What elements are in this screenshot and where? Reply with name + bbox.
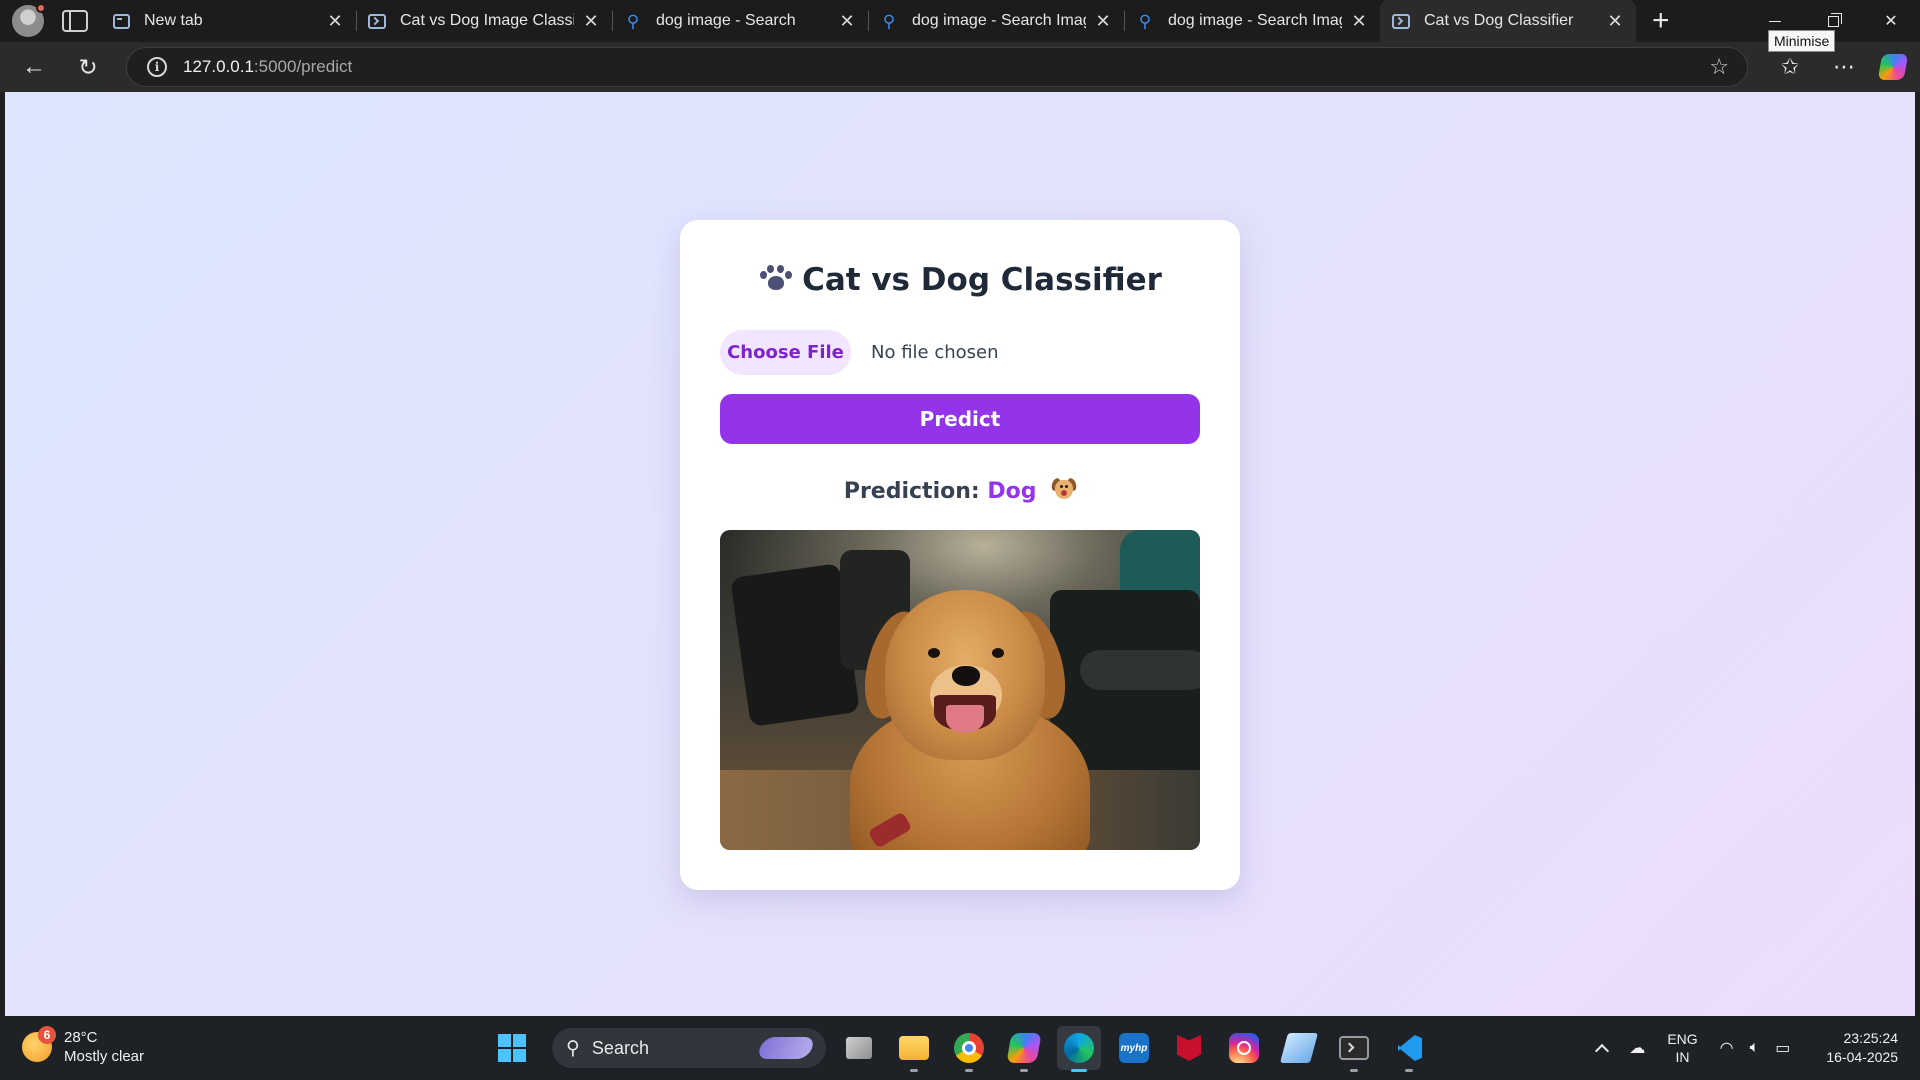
tab-close-icon[interactable]: ✕ xyxy=(326,11,344,32)
system-tray: ☁ ENG IN ◠ 🔈︎ ▭ 23:25:24 16-04-2025 xyxy=(1583,1016,1920,1080)
vscode-icon[interactable] xyxy=(1387,1026,1431,1072)
favorites-icon[interactable]: ✩ xyxy=(1770,47,1810,87)
weather-badge: 6 xyxy=(38,1026,56,1044)
taskbar-search[interactable]: ⚲ Search xyxy=(552,1028,826,1068)
page-title: Cat vs Dog Classifier xyxy=(680,262,1240,298)
tab-close-icon[interactable]: ✕ xyxy=(1350,11,1368,32)
weather-icon: 6 xyxy=(22,1026,56,1062)
weather-widget[interactable]: 6 28°C Mostly clear xyxy=(22,1026,144,1066)
tab-dog-images-2[interactable]: ⚲ dog image - Search Images ✕ xyxy=(1124,0,1380,42)
classifier-card: Cat vs Dog Classifier Choose File No fil… xyxy=(680,220,1240,890)
search-icon: ⚲ xyxy=(626,11,640,31)
clock-time: 23:25:24 xyxy=(1843,1030,1899,1046)
task-view-icon[interactable] xyxy=(837,1026,881,1070)
terminal-icon[interactable] xyxy=(1332,1026,1376,1072)
clock-date: 16-04-2025 xyxy=(1826,1049,1898,1065)
profile-notification-dot xyxy=(36,3,46,13)
prediction-result: Prediction: Dog xyxy=(680,477,1240,504)
volume-icon[interactable]: 🔈︎ xyxy=(1750,1039,1760,1057)
terminal-page-icon xyxy=(368,12,386,30)
url-path: :5000/predict xyxy=(253,57,353,76)
favorite-star-icon[interactable]: ☆ xyxy=(1709,54,1729,80)
paw-icon xyxy=(758,263,793,293)
reload-button[interactable]: ↻ xyxy=(70,49,106,85)
search-icon: ⚲ xyxy=(1138,11,1152,31)
new-tab-button[interactable]: + xyxy=(1652,4,1670,38)
prediction-value: Dog xyxy=(987,479,1037,504)
edge-icon[interactable] xyxy=(1057,1026,1101,1072)
language-indicator[interactable]: ENG IN xyxy=(1667,1030,1697,1066)
tab-dog-images-1[interactable]: ⚲ dog image - Search Images ✕ xyxy=(868,0,1124,42)
tab-dog-search[interactable]: ⚲ dog image - Search ✕ xyxy=(612,0,868,42)
file-explorer-icon[interactable] xyxy=(892,1026,936,1072)
weather-text: 28°C Mostly clear xyxy=(64,1028,144,1066)
close-window-button[interactable]: ✕ xyxy=(1862,0,1920,42)
copilot-icon[interactable] xyxy=(1877,54,1909,80)
choose-file-button[interactable]: Choose File xyxy=(720,330,851,375)
url-host: 127.0.0.1 xyxy=(183,57,254,76)
language-line2: IN xyxy=(1675,1049,1690,1065)
dog-face-icon xyxy=(1050,477,1079,500)
copilot-app-icon[interactable] xyxy=(1002,1026,1046,1072)
tab-title: dog image - Search Images xyxy=(912,12,1086,29)
wifi-icon[interactable]: ◠ xyxy=(1720,1038,1734,1058)
tab-title: Cat vs Dog Classifier xyxy=(1424,12,1574,29)
tab-classifier-active[interactable]: Cat vs Dog Classifier ✕ xyxy=(1380,0,1636,42)
tab-actions-icon[interactable] xyxy=(62,10,88,32)
tab-strip: New tab ✕ Cat vs Dog Image Classifier ✕ … xyxy=(0,0,1920,52)
tab-title: dog image - Search xyxy=(656,12,796,29)
url-text[interactable]: 127.0.0.1:5000/predict xyxy=(183,57,352,77)
instagram-icon[interactable] xyxy=(1222,1026,1266,1070)
taskbar: 6 28°C Mostly clear ⚲ Search myhp ☁ ENG … xyxy=(0,1016,1920,1080)
tab-new-tab[interactable]: New tab ✕ xyxy=(100,0,356,42)
onedrive-offline-icon[interactable]: ☁ xyxy=(1629,1038,1645,1058)
uploaded-dog-image xyxy=(720,530,1200,850)
weather-condition: Mostly clear xyxy=(64,1048,145,1065)
more-menu-icon[interactable]: ⋯ xyxy=(1824,47,1864,87)
tab-close-icon[interactable]: ✕ xyxy=(582,11,600,32)
file-status: No file chosen xyxy=(871,342,999,363)
tab-title: dog image - Search Images xyxy=(1168,12,1342,29)
minimise-tooltip: Minimise xyxy=(1768,30,1836,52)
clock[interactable]: 23:25:24 16-04-2025 xyxy=(1826,1029,1898,1067)
search-icon: ⚲ xyxy=(566,1037,580,1059)
site-info-icon[interactable]: i xyxy=(147,57,167,77)
mcafee-icon[interactable] xyxy=(1167,1026,1211,1070)
page-title-text: Cat vs Dog Classifier xyxy=(802,262,1162,298)
tab-close-icon[interactable]: ✕ xyxy=(1606,11,1624,32)
tab-close-icon[interactable]: ✕ xyxy=(838,11,856,32)
browser-toolbar: ← ↻ i 127.0.0.1:5000/predict ☆ ✩ ⋯ xyxy=(0,42,1920,92)
search-highlight-icon xyxy=(755,1037,817,1059)
tab-title: New tab xyxy=(144,12,203,29)
weather-temperature: 28°C xyxy=(64,1029,98,1046)
profile-avatar[interactable] xyxy=(12,3,46,37)
taskbar-search-label: Search xyxy=(591,1037,649,1058)
windows-start-icon[interactable] xyxy=(498,1034,526,1062)
prediction-label: Prediction: xyxy=(843,479,980,504)
tab-close-icon[interactable]: ✕ xyxy=(1094,11,1112,32)
file-input-row: Choose File No file chosen xyxy=(720,330,999,375)
battery-icon[interactable]: ▭ xyxy=(1775,1038,1790,1058)
chrome-icon[interactable] xyxy=(947,1026,991,1072)
myhp-icon[interactable]: myhp xyxy=(1112,1026,1156,1070)
predict-button[interactable]: Predict xyxy=(720,394,1200,444)
taskbar-apps: ⚲ Search myhp xyxy=(498,1026,1431,1072)
address-bar[interactable]: i 127.0.0.1:5000/predict ☆ xyxy=(126,47,1748,87)
page-viewport: Cat vs Dog Classifier Choose File No fil… xyxy=(5,92,1915,1016)
tab-image-classifier[interactable]: Cat vs Dog Image Classifier ✕ xyxy=(356,0,612,42)
tab-list: New tab ✕ Cat vs Dog Image Classifier ✕ … xyxy=(100,0,1636,42)
search-icon: ⚲ xyxy=(882,11,896,31)
tab-title: Cat vs Dog Image Classifier xyxy=(400,12,574,29)
page-icon xyxy=(112,12,130,30)
pen-app-icon[interactable] xyxy=(1277,1026,1321,1070)
chevron-up-icon[interactable] xyxy=(1595,1043,1610,1059)
language-line1: ENG xyxy=(1667,1031,1698,1047)
back-button[interactable]: ← xyxy=(16,49,52,85)
terminal-page-icon xyxy=(1392,12,1410,30)
